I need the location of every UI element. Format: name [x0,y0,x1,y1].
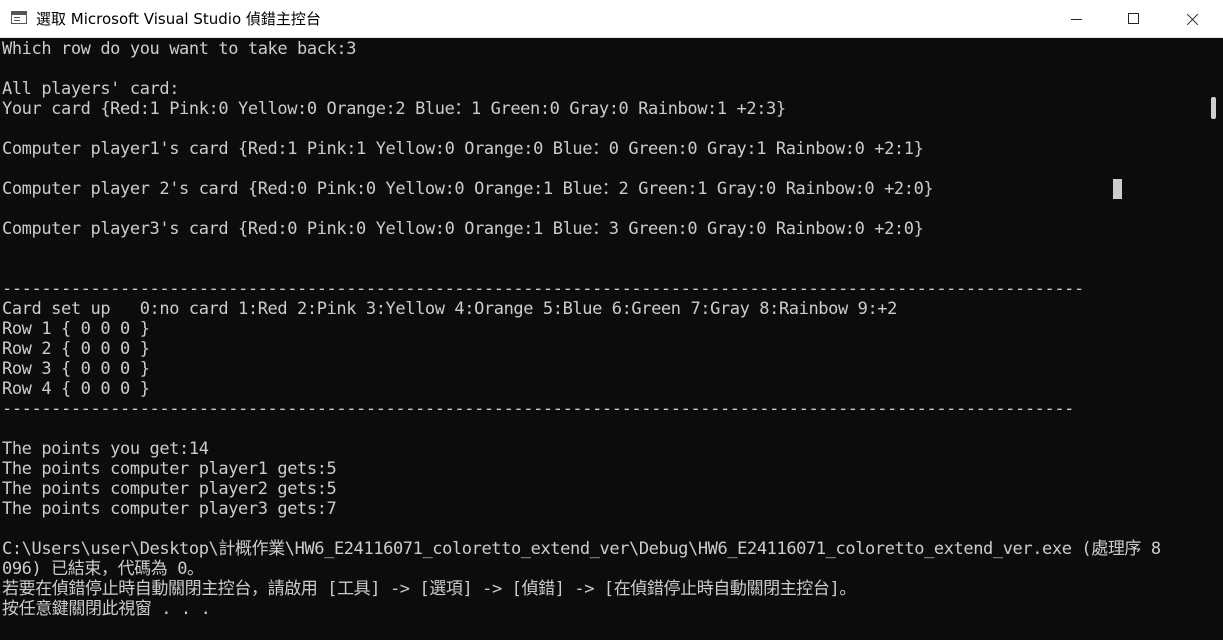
minimize-icon[interactable] [1047,0,1105,38]
vertical-scrollbar[interactable] [1206,39,1223,640]
console-line: 按任意鍵關閉此視窗 . . . [2,599,211,619]
console-line: C:\Users\user\Desktop\計概作業\HW6_E24116071… [2,539,1161,559]
console-line: The points you get:14 [2,439,209,459]
console-line: Computer player1's card {Red:1 Pink:1 Ye… [2,139,924,159]
console-line: Which row do you want to take back:3 [2,39,357,59]
console-line: Card set up 0:no card 1:Red 2:Pink 3:Yel… [2,299,897,319]
console-line: Row 4 { 0 0 0 } [2,379,150,399]
console-line: Your card {Red:1 Pink:0 Yellow:0 Orange:… [2,99,786,119]
console-line: 096) 已結束，代碼為 0。 [2,559,204,579]
console-window: 選取 Microsoft Visual Studio 偵錯主控台 Which r… [0,0,1223,640]
console-line: 若要在偵錯停止時自動關閉主控台，請啟用 [工具] -> [選項] -> [偵錯]… [2,579,856,599]
console-line: Computer player 2's card {Red:0 Pink:0 Y… [2,179,934,199]
title-bar[interactable]: 選取 Microsoft Visual Studio 偵錯主控台 [0,0,1223,38]
console-line: The points computer player2 gets:5 [2,479,337,499]
console-line: All players' card: [2,79,180,99]
window-title: 選取 Microsoft Visual Studio 偵錯主控台 [36,10,321,28]
close-icon[interactable] [1163,0,1221,38]
text-cursor [1113,179,1122,199]
console-line: Row 2 { 0 0 0 } [2,339,150,359]
console-line: Computer player3's card {Red:0 Pink:0 Ye… [2,219,924,239]
console-line: The points computer player3 gets:7 [2,499,337,519]
console-window-icon[interactable] [11,11,27,24]
console-output[interactable]: Which row do you want to take back:3 All… [0,39,1206,640]
console-line: The points computer player1 gets:5 [2,459,337,479]
console-line: Row 3 { 0 0 0 } [2,359,150,379]
console-line: Row 1 { 0 0 0 } [2,319,150,339]
separator-line: ----------------------------------------… [2,279,1084,299]
maximize-icon[interactable] [1105,0,1163,38]
separator-line: ----------------------------------------… [2,399,1075,419]
scrollbar-thumb[interactable] [1211,97,1216,119]
